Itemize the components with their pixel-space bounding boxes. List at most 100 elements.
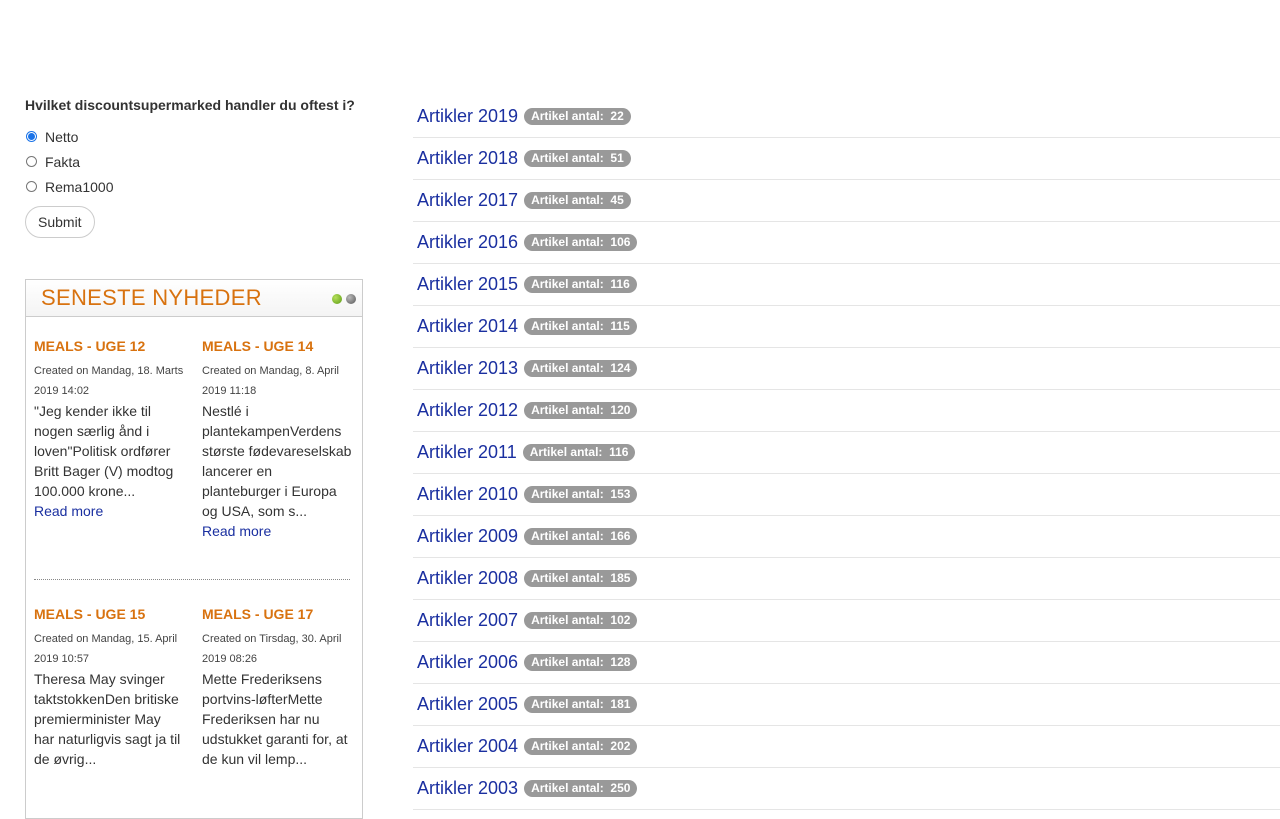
archive-year-link[interactable]: Artikler 2004	[417, 736, 518, 757]
article-count-value: 153	[610, 487, 631, 501]
article-count-badge: Artikel antal: 120	[524, 402, 638, 419]
news-item-title[interactable]: MEALS - UGE 14	[202, 337, 352, 355]
news-divider	[34, 579, 350, 580]
article-count-value: 102	[610, 613, 631, 627]
news-item-intro: Theresa May svinger taktstokkenDen briti…	[34, 671, 181, 767]
article-count-prefix: Artikel antal:	[531, 571, 604, 585]
archive-year-link[interactable]: Artikler 2006	[417, 652, 518, 673]
carousel-dot-2[interactable]	[346, 294, 356, 304]
archive-year-link[interactable]: Artikler 2015	[417, 274, 518, 295]
news-item-intro: Nestlé i plantekampenVerdens største fød…	[202, 403, 352, 519]
archive-row: Artikler 2005 Artikel antal: 181	[413, 684, 1280, 726]
archive-year-link[interactable]: Artikler 2018	[417, 148, 518, 169]
news-item-intro: "Jeg kender ikke til nogen særlig ånd i …	[34, 403, 174, 499]
article-count-badge: Artikel antal: 45	[524, 192, 631, 209]
read-more-link[interactable]: Read more	[34, 501, 184, 521]
archive-row: Artikler 2008 Artikel antal: 185	[413, 558, 1280, 600]
poll-option-label: Fakta	[45, 153, 81, 170]
article-count-value: 45	[610, 193, 624, 207]
archive-year-link[interactable]: Artikler 2008	[417, 568, 518, 589]
article-count-badge: Artikel antal: 106	[524, 234, 638, 251]
archive-year-link[interactable]: Artikler 2017	[417, 190, 518, 211]
article-count-value: 185	[610, 571, 631, 585]
news-item-date: Created on Mandag, 18. Marts 2019 14:02	[34, 365, 184, 397]
article-count-prefix: Artikel antal:	[531, 613, 604, 627]
radio-button-rema1000[interactable]	[26, 181, 37, 192]
archive-year-link[interactable]: Artikler 2011	[417, 442, 517, 463]
radio-button-netto[interactable]	[26, 131, 37, 142]
article-count-prefix: Artikel antal:	[531, 739, 604, 753]
poll-question: Hvilket discountsupermarked handler du o…	[25, 97, 355, 113]
archive-year-link[interactable]: Artikler 2019	[417, 106, 518, 127]
archive-row: Artikler 2009 Artikel antal: 166	[413, 516, 1280, 558]
news-item-title[interactable]: MEALS - UGE 17	[202, 605, 352, 623]
archive-year-link[interactable]: Artikler 2014	[417, 316, 518, 337]
article-count-prefix: Artikel antal:	[531, 697, 604, 711]
article-count-value: 181	[610, 697, 631, 711]
archive-row: Artikler 2017 Artikel antal: 45	[413, 180, 1280, 222]
article-count-prefix: Artikel antal:	[531, 529, 604, 543]
article-count-prefix: Artikel antal:	[531, 319, 604, 333]
article-count-badge: Artikel antal: 181	[524, 696, 638, 713]
news-header: SENESTE NYHEDER	[26, 280, 362, 317]
article-count-prefix: Artikel antal:	[531, 781, 604, 795]
archive-row: Artikler 2014 Artikel antal: 115	[413, 306, 1280, 348]
article-count-badge: Artikel antal: 102	[524, 612, 638, 629]
article-count-value: 106	[610, 235, 631, 249]
article-count-value: 51	[610, 151, 624, 165]
archive-year-link[interactable]: Artikler 2012	[417, 400, 518, 421]
article-count-badge: Artikel antal: 128	[524, 654, 638, 671]
archive-year-link[interactable]: Artikler 2007	[417, 610, 518, 631]
article-count-prefix: Artikel antal:	[531, 487, 604, 501]
archive-year-link[interactable]: Artikler 2010	[417, 484, 518, 505]
archive-row: Artikler 2003 Artikel antal: 250	[413, 768, 1280, 810]
article-count-prefix: Artikel antal:	[531, 403, 604, 417]
poll-module: Hvilket discountsupermarked handler du o…	[25, 96, 370, 238]
archive-row: Artikler 2010 Artikel antal: 153	[413, 474, 1280, 516]
archive-year-link[interactable]: Artikler 2013	[417, 358, 518, 379]
article-count-badge: Artikel antal: 116	[522, 444, 636, 461]
article-count-prefix: Artikel antal:	[531, 655, 604, 669]
archive-row: Artikler 2015 Artikel antal: 116	[413, 264, 1280, 306]
archive-row: Artikler 2006 Artikel antal: 128	[413, 642, 1280, 684]
archive-year-link[interactable]: Artikler 2016	[417, 232, 518, 253]
article-count-value: 202	[610, 739, 631, 753]
submit-button[interactable]: Submit	[25, 206, 95, 238]
news-item-title[interactable]: MEALS - UGE 12	[34, 337, 184, 355]
article-count-badge: Artikel antal: 51	[524, 150, 631, 167]
article-count-value: 120	[610, 403, 631, 417]
archive-year-link[interactable]: Artikler 2003	[417, 778, 518, 799]
article-count-badge: Artikel antal: 116	[524, 276, 637, 293]
news-item: MEALS - UGE 14 Created on Mandag, 8. Apr…	[202, 337, 352, 541]
archive-row: Artikler 2011 Artikel antal: 116	[413, 432, 1280, 474]
archive-row: Artikler 2012 Artikel antal: 120	[413, 390, 1280, 432]
article-count-prefix: Artikel antal:	[531, 151, 604, 165]
article-count-value: 116	[609, 445, 629, 459]
news-item: MEALS - UGE 12 Created on Mandag, 18. Ma…	[34, 337, 184, 521]
poll-option-rema1000[interactable]: Rema1000	[25, 174, 370, 199]
poll-option-label: Rema1000	[45, 178, 114, 195]
news-title: SENESTE NYHEDER	[41, 285, 262, 310]
news-item-date: Created on Mandag, 15. April 2019 10:57	[34, 633, 178, 665]
article-count-value: 22	[610, 109, 624, 123]
archive-year-link[interactable]: Artikler 2009	[417, 526, 518, 547]
article-count-badge: Artikel antal: 124	[524, 360, 638, 377]
article-count-badge: Artikel antal: 22	[524, 108, 631, 125]
archive-row: Artikler 2016 Artikel antal: 106	[413, 222, 1280, 264]
carousel-dot-1[interactable]	[332, 294, 342, 304]
poll-option-fakta[interactable]: Fakta	[25, 149, 370, 174]
radio-button-fakta[interactable]	[26, 156, 37, 167]
archive-row: Artikler 2007 Artikel antal: 102	[413, 600, 1280, 642]
archive-row: Artikler 2004 Artikel antal: 202	[413, 726, 1280, 768]
news-item: MEALS - UGE 17 Created on Tirsdag, 30. A…	[202, 605, 352, 769]
article-count-prefix: Artikel antal:	[531, 193, 604, 207]
article-count-prefix: Artikel antal:	[531, 109, 604, 123]
archive-year-link[interactable]: Artikler 2005	[417, 694, 518, 715]
read-more-link[interactable]: Read more	[202, 521, 352, 541]
poll-option-netto[interactable]: Netto	[25, 124, 370, 149]
article-count-badge: Artikel antal: 115	[524, 318, 637, 335]
news-item-title[interactable]: MEALS - UGE 15	[34, 605, 184, 623]
article-count-value: 166	[610, 529, 631, 543]
article-archive-list: Artikler 2019 Artikel antal: 22 Artikler 2…	[413, 96, 1280, 810]
news-item-intro: Mette Frederiksens portvins-løfterMette …	[202, 671, 348, 767]
